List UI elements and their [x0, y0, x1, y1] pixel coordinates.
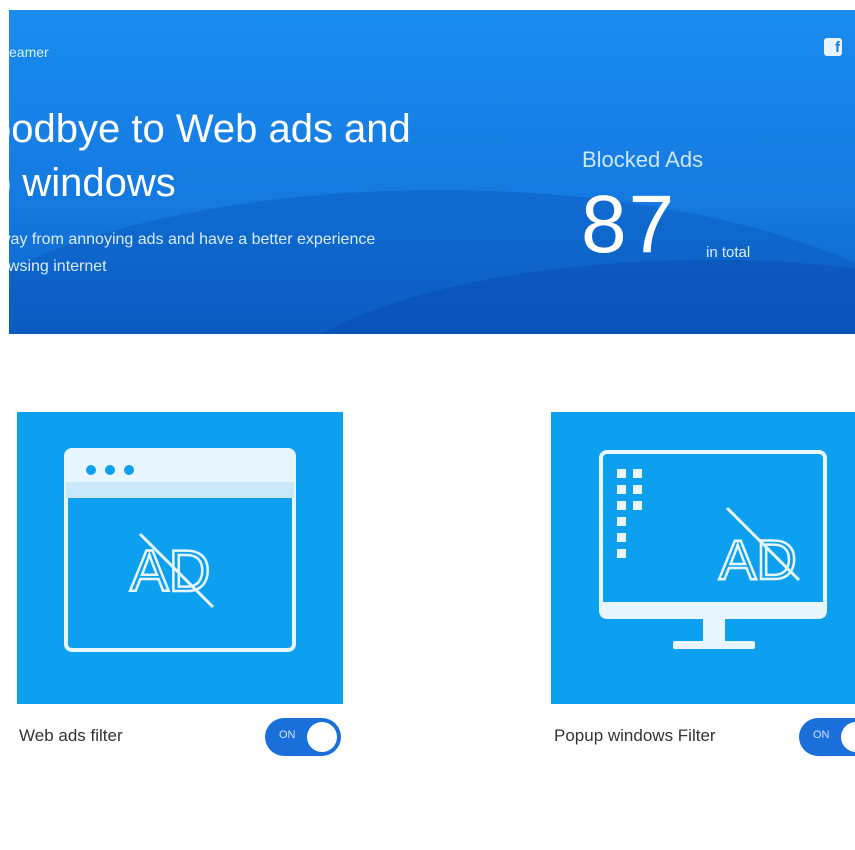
hero-banner: eamer f oodbye to Web ads and p windows … — [9, 10, 855, 334]
popup-windows-filter-card[interactable]: AD — [551, 412, 855, 704]
web-ads-filter-card[interactable]: AD — [17, 412, 343, 704]
page-headline: oodbye to Web ads and p windows — [9, 102, 529, 210]
headline-line-1: oodbye to Web ads and — [9, 107, 411, 151]
subheadline-line-2: owsing internet — [9, 258, 107, 275]
blocked-ads-unit: in total — [706, 244, 751, 261]
toggle-state-text: ON — [813, 729, 830, 741]
blocked-ads-count: 87 — [581, 179, 677, 270]
monitor-ad-block-icon: AD — [599, 450, 827, 649]
subheadline-line-1: way from annoying ads and have a better … — [9, 231, 376, 248]
toggle-knob — [841, 722, 855, 752]
popup-windows-filter-label: Popup windows Filter — [554, 726, 716, 745]
headline-line-2: p windows — [9, 161, 176, 205]
facebook-icon[interactable]: f — [824, 38, 842, 56]
toggle-state-text: ON — [279, 729, 296, 741]
popup-windows-filter-toggle[interactable]: ON — [799, 718, 855, 756]
web-ads-filter-label: Web ads filter — [19, 726, 123, 745]
page-subheadline: way from annoying ads and have a better … — [9, 226, 559, 280]
browser-ad-block-icon: AD — [64, 448, 296, 652]
toggle-knob — [307, 722, 337, 752]
app-name: eamer — [9, 44, 49, 60]
blocked-ads-label: Blocked Ads — [582, 147, 704, 172]
web-ads-filter-toggle[interactable]: ON — [265, 718, 341, 756]
app-window: eamer f oodbye to Web ads and p windows … — [0, 0, 855, 850]
